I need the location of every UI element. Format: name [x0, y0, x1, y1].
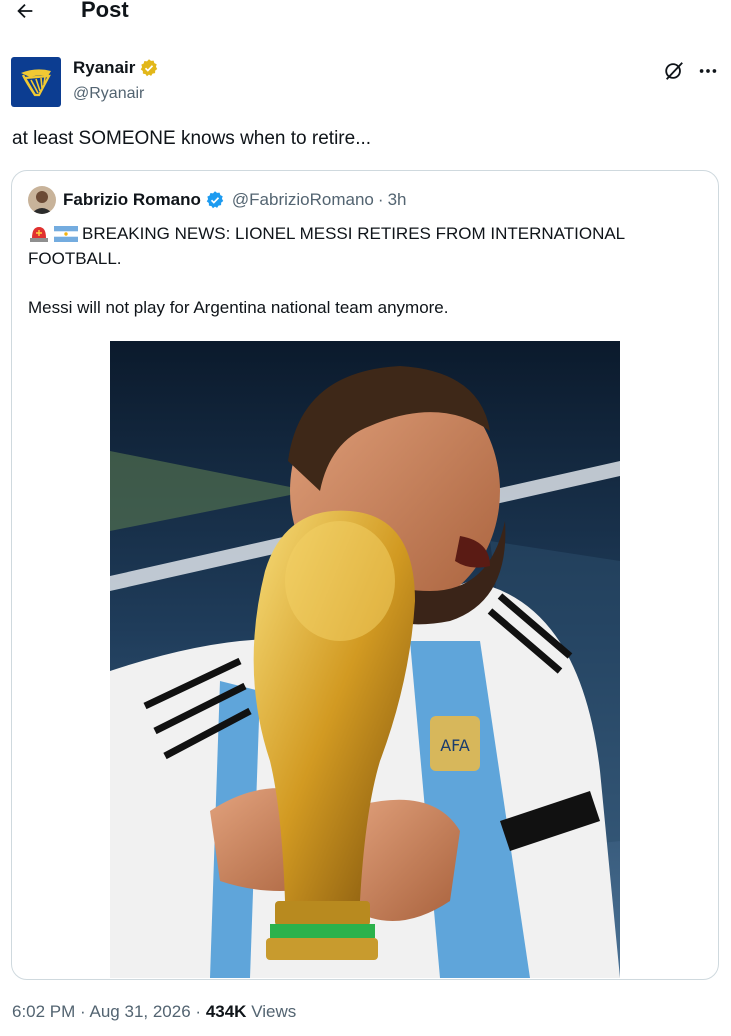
- meta-separator: ·: [377, 190, 384, 209]
- more-icon[interactable]: [697, 61, 719, 81]
- post-date[interactable]: Aug 31, 2026: [90, 1002, 191, 1021]
- top-bar: Post: [0, 0, 731, 28]
- quoted-text-line-2: FOOTBALL.: [28, 249, 122, 268]
- quoted-text-line-1: BREAKING NEWS: LIONEL MESSI RETIRES FROM…: [28, 224, 625, 244]
- quoted-text-line-3: Messi will not play for Argentina nation…: [28, 298, 449, 317]
- views-count: 434K: [205, 1002, 247, 1021]
- arrow-left-icon[interactable]: [14, 0, 36, 22]
- verified-badge-icon: [206, 191, 224, 209]
- views-label: Views: [251, 1002, 297, 1021]
- author-name-row: Ryanair: [73, 58, 159, 78]
- quoted-media-image[interactable]: AFA: [110, 341, 620, 978]
- verified-badge-icon: [141, 59, 158, 77]
- quoted-author-name[interactable]: Fabrizio Romano: [63, 190, 201, 210]
- page-title: Post: [81, 0, 129, 22]
- author-handle[interactable]: @Ryanair: [73, 85, 144, 103]
- grok-icon[interactable]: [663, 60, 685, 82]
- svg-text:AFA: AFA: [440, 736, 470, 755]
- argentina-flag-icon: [54, 226, 78, 242]
- meta-separator: ·: [195, 1002, 202, 1021]
- quoted-author-handle[interactable]: @FabrizioRomano: [232, 190, 374, 210]
- post-meta: 6:02 PM · Aug 31, 2026 · 434K Views: [12, 1002, 296, 1022]
- quoted-tweet[interactable]: Fabrizio Romano @FabrizioRomano · 3h BRE…: [11, 170, 719, 980]
- quoted-timestamp[interactable]: 3h: [388, 190, 407, 210]
- tweet-text: at least SOMEONE knows when to retire...: [12, 128, 372, 149]
- ryanair-harp-logo: [21, 69, 51, 97]
- author-name[interactable]: Ryanair: [73, 58, 135, 78]
- quoted-avatar[interactable]: [28, 186, 56, 214]
- quoted-header: Fabrizio Romano @FabrizioRomano · 3h: [63, 190, 406, 210]
- siren-emoji-icon: [30, 227, 48, 242]
- ryanair-avatar[interactable]: [11, 57, 61, 107]
- meta-separator: ·: [80, 1002, 86, 1021]
- post-time[interactable]: 6:02 PM: [12, 1002, 75, 1021]
- quoted-text-breaking: BREAKING NEWS: LIONEL MESSI RETIRES FROM…: [82, 224, 626, 243]
